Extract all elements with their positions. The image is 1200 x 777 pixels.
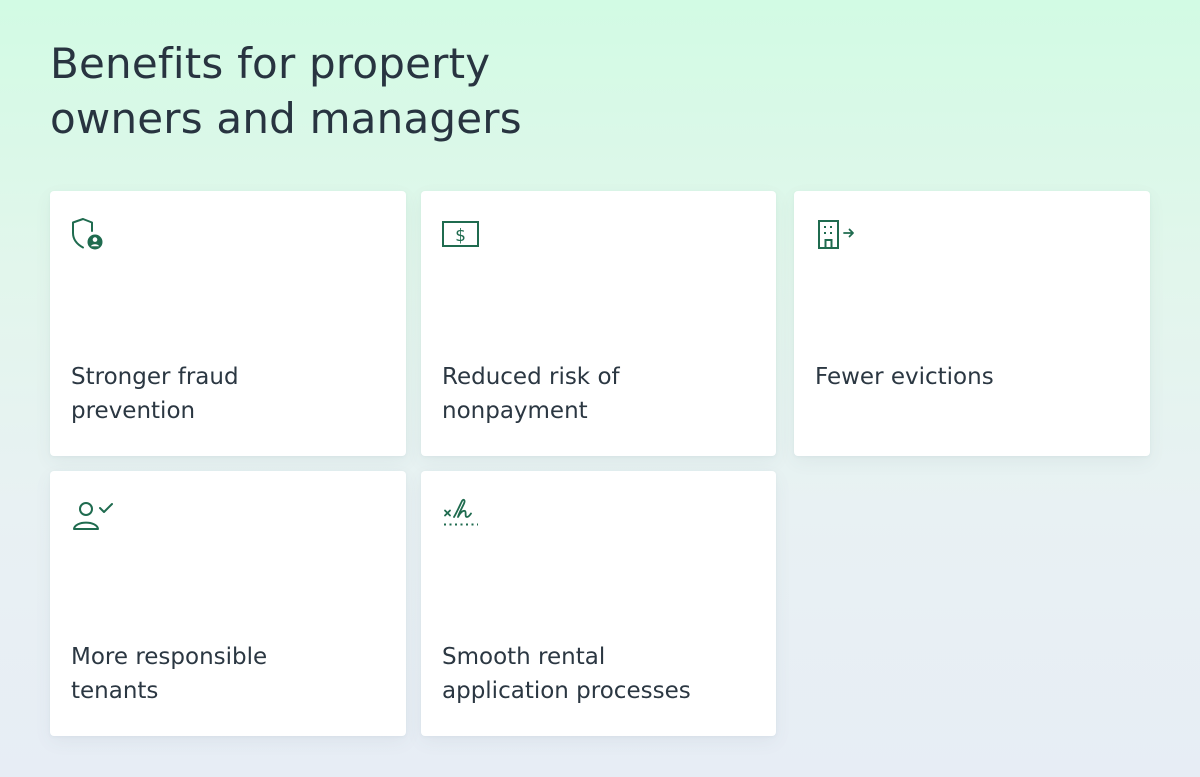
benefit-card-reduced-nonpayment: $ Reduced risk of nonpayment bbox=[421, 191, 776, 456]
dollar-bill-icon: $ bbox=[441, 217, 481, 253]
page-title: Benefits for property owners and managers bbox=[50, 36, 690, 146]
benefit-label: Reduced risk of nonpayment bbox=[442, 364, 620, 424]
user-check-icon bbox=[70, 497, 113, 533]
page-title-line-2: owners and managers bbox=[50, 94, 522, 143]
benefit-label: Smooth rental application processes bbox=[442, 644, 691, 704]
benefit-card-smooth-application: Smooth rental application processes bbox=[421, 471, 776, 736]
shield-user-icon bbox=[70, 217, 110, 253]
benefit-card-fraud-prevention: Stronger fraud prevention bbox=[50, 191, 406, 456]
building-exit-icon bbox=[814, 217, 854, 253]
signature-icon bbox=[441, 497, 481, 533]
benefit-card-responsible-tenants: More responsible tenants bbox=[50, 471, 406, 736]
benefit-label: Fewer evictions bbox=[815, 364, 994, 390]
benefit-label: More responsible tenants bbox=[71, 644, 268, 704]
page-title-line-1: Benefits for property bbox=[50, 39, 491, 88]
svg-text:$: $ bbox=[455, 226, 466, 246]
benefit-label: Stronger fraud prevention bbox=[71, 364, 239, 424]
benefit-card-fewer-evictions: Fewer evictions bbox=[794, 191, 1150, 456]
